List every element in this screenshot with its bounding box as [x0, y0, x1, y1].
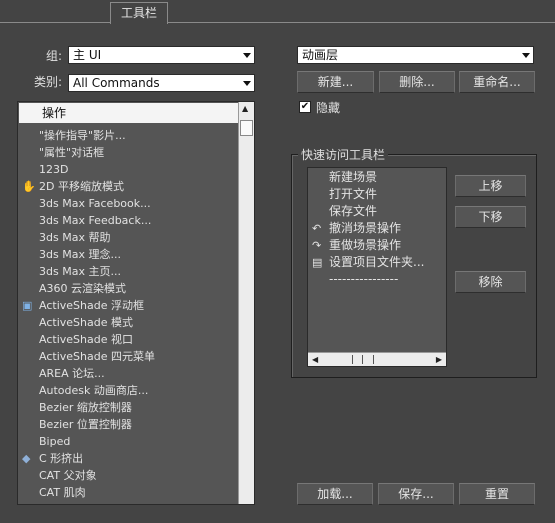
list-item[interactable]: CAT 父对象 [22, 467, 97, 484]
list-item[interactable]: ActiveShade 模式 [22, 314, 133, 331]
actions-scrollbar[interactable]: ▲ [238, 102, 254, 504]
list-item[interactable]: "操作指导"影片... [22, 127, 126, 144]
chevron-down-icon [243, 53, 251, 58]
save-button[interactable]: 保存... [378, 483, 454, 505]
scroll-up-icon[interactable]: ▲ [242, 104, 248, 113]
tab-toolbars[interactable]: 工具栏 [110, 2, 168, 24]
quick-access-list[interactable]: 新建场景 打开文件 保存文件 ↶ 撤消场景操作 ↷ 重做场景操作 ▤ 设置项目文件夹.… [307, 167, 447, 367]
group-dropdown[interactable]: 主 UI [68, 46, 255, 64]
actions-list-header[interactable]: 操作 [19, 103, 239, 123]
list-item[interactable]: ▤ 设置项目文件夹... [312, 254, 424, 271]
c-extrude-icon: ◆ [22, 452, 31, 465]
list-item[interactable]: ◆ C 形挤出 [22, 450, 83, 467]
project-folder-icon: ▤ [312, 256, 323, 269]
hide-checkbox[interactable]: ✔ [299, 101, 311, 113]
list-item[interactable]: 3ds Max Feedback... [22, 212, 151, 229]
list-item[interactable]: 打开文件 [312, 186, 377, 203]
actions-list[interactable]: 操作 "操作指导"影片... "属性"对话框 123D ✋ 2D 平移缩放模式 3… [17, 101, 255, 505]
activeshade-icon: ▣ [22, 299, 33, 312]
list-item[interactable]: AREA 论坛... [22, 365, 105, 382]
list-item[interactable]: 3ds Max 帮助 [22, 229, 110, 246]
list-item[interactable]: CAT 肌肉 [22, 484, 86, 501]
hide-checkbox-label: 隐藏 [316, 101, 341, 115]
scroll-right-icon[interactable]: ▶ [436, 355, 442, 364]
category-dropdown[interactable]: All Commands [68, 74, 255, 92]
delete-button[interactable]: 删除... [379, 71, 455, 93]
category-label: 类别: [33, 75, 62, 89]
list-item[interactable]: Bezier 位置控制器 [22, 416, 132, 433]
reset-button[interactable]: 重置 [459, 483, 535, 505]
list-item[interactable]: ↶ 撤消场景操作 [312, 220, 401, 237]
move-up-button[interactable]: 上移 [455, 175, 526, 197]
move-down-button[interactable]: 下移 [455, 206, 526, 228]
list-item[interactable]: ▣ ActiveShade 浮动框 [22, 297, 144, 314]
list-item[interactable]: Autodesk 动画商店... [22, 382, 148, 399]
load-button[interactable]: 加载... [297, 483, 373, 505]
scroll-left-icon[interactable]: ◀ [312, 355, 318, 364]
list-item[interactable]: ↷ 重做场景操作 [312, 237, 401, 254]
quick-access-hscrollbar[interactable]: ◀ ▶ [308, 352, 446, 366]
list-item[interactable]: "属性"对话框 [22, 144, 104, 161]
list-item[interactable]: 123D [22, 161, 68, 178]
rename-button[interactable]: 重命名... [459, 71, 535, 93]
list-item[interactable]: ActiveShade 四元菜单 [22, 348, 155, 365]
toolbar-select-value: 动画层 [302, 48, 339, 62]
list-item[interactable]: Biped [22, 433, 70, 450]
scroll-thumb[interactable] [240, 120, 253, 136]
group-label: 组: [45, 49, 62, 63]
list-item[interactable]: Bezier 缩放控制器 [22, 399, 132, 416]
list-item[interactable]: ActiveShade 视口 [22, 331, 133, 348]
chevron-down-icon [522, 53, 530, 58]
tab-strip: 工具栏 [0, 0, 555, 24]
scroll-thumb[interactable] [352, 355, 374, 364]
list-item[interactable]: 3ds Max 主页... [22, 263, 121, 280]
redo-arrow-icon: ↷ [312, 239, 322, 252]
list-item[interactable]: ---------------- [312, 271, 398, 288]
new-button[interactable]: 新建... [297, 71, 374, 93]
list-item[interactable]: 3ds Max Facebook... [22, 195, 151, 212]
undo-arrow-icon: ↶ [312, 222, 322, 235]
list-item[interactable]: 新建场景 [312, 169, 377, 186]
list-item[interactable]: 保存文件 [312, 203, 377, 220]
list-item[interactable]: 3ds Max 理念... [22, 246, 121, 263]
list-item[interactable]: ✋ 2D 平移缩放模式 [22, 178, 124, 195]
list-item[interactable]: A360 云渲染模式 [22, 280, 126, 297]
hand-pan-icon: ✋ [22, 180, 36, 193]
category-dropdown-value: All Commands [73, 76, 160, 90]
toolbar-select-dropdown[interactable]: 动画层 [297, 46, 534, 64]
group-dropdown-value: 主 UI [73, 48, 102, 62]
chevron-down-icon [243, 81, 251, 86]
remove-button[interactable]: 移除 [455, 271, 526, 293]
quick-access-title: 快速访问工具栏 [298, 146, 389, 163]
